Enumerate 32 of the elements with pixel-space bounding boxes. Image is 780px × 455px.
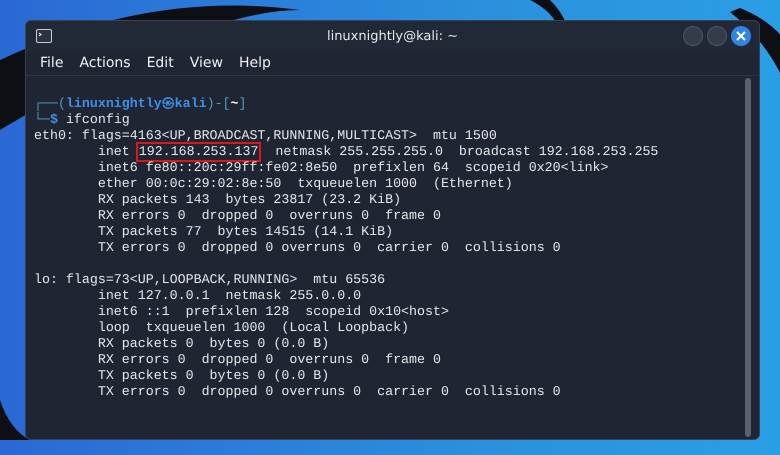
output-line: inet6 ::1 prefixlen 128 scopeid 0x10<host> (96, 304, 450, 320)
output-line: ether 00:0c:29:02:8e:50 txqueuelen 1000 (Ethernet) (96, 176, 514, 192)
minimize-button[interactable] (683, 26, 703, 46)
menu-item[interactable]: Help (230, 55, 279, 71)
output-text: inet (96, 144, 131, 160)
prompt-line: └─$ ifconfig (34, 112, 131, 128)
prompt-line: ┌──(linuxnightly㉿kali)-[~] (34, 96, 248, 112)
close-button[interactable] (731, 26, 751, 46)
wallpaper-curve (0, 400, 30, 440)
output-text: netmask 255.255.255.0 broadcast 192.168.253.255 (274, 144, 658, 160)
output-line: inet6 fe80::20c:29ff:fe02:8e50 prefixlen 64 scopeid 0x20<link> (96, 160, 610, 176)
highlighted-ip-address: 192.168.253.137 (138, 144, 260, 160)
output-line: TX errors 0 dropped 0 overruns 0 carrier 0 collisions 0 (96, 240, 562, 256)
output-line: RX errors 0 dropped 0 overruns 0 frame 0 (96, 352, 442, 368)
output-line: lo: flags=73<UP,LOOPBACK,RUNNING> mtu 65536 (34, 272, 386, 288)
close-icon (736, 31, 746, 41)
output-line: inet 127.0.0.1 netmask 255.0.0.0 (96, 288, 362, 304)
output-line: loop txqueuelen 1000 (Local Loopback) (96, 320, 410, 336)
output-line: eth0: flags=4163<UP,BROADCAST,RUNNING,MULTICAST> mtu 1500 (34, 128, 498, 144)
output-line: TX errors 0 dropped 0 overruns 0 carrier 0 collisions 0 (96, 384, 562, 400)
output-line: TX packets 77 bytes 14515 (14.1 KiB) (96, 224, 394, 240)
menu-item[interactable]: File (32, 55, 72, 71)
menu-item[interactable]: Actions (71, 55, 139, 71)
output-line: RX errors 0 dropped 0 overruns 0 frame 0 (96, 208, 442, 224)
output-line: RX packets 143 bytes 23817 (23.2 KiB) (96, 192, 402, 208)
scrollbar-thumb[interactable] (745, 78, 751, 437)
menu-item[interactable]: Edit (138, 55, 182, 71)
terminal-icon (36, 29, 52, 43)
window-title: linuxnightly@kali: ~ (326, 28, 458, 44)
menu-item[interactable]: View (182, 55, 231, 71)
output-line: TX packets 0 bytes 0 (0.0 B) (96, 368, 330, 384)
output-line: RX packets 0 bytes 0 (0.0 B) (96, 336, 330, 352)
